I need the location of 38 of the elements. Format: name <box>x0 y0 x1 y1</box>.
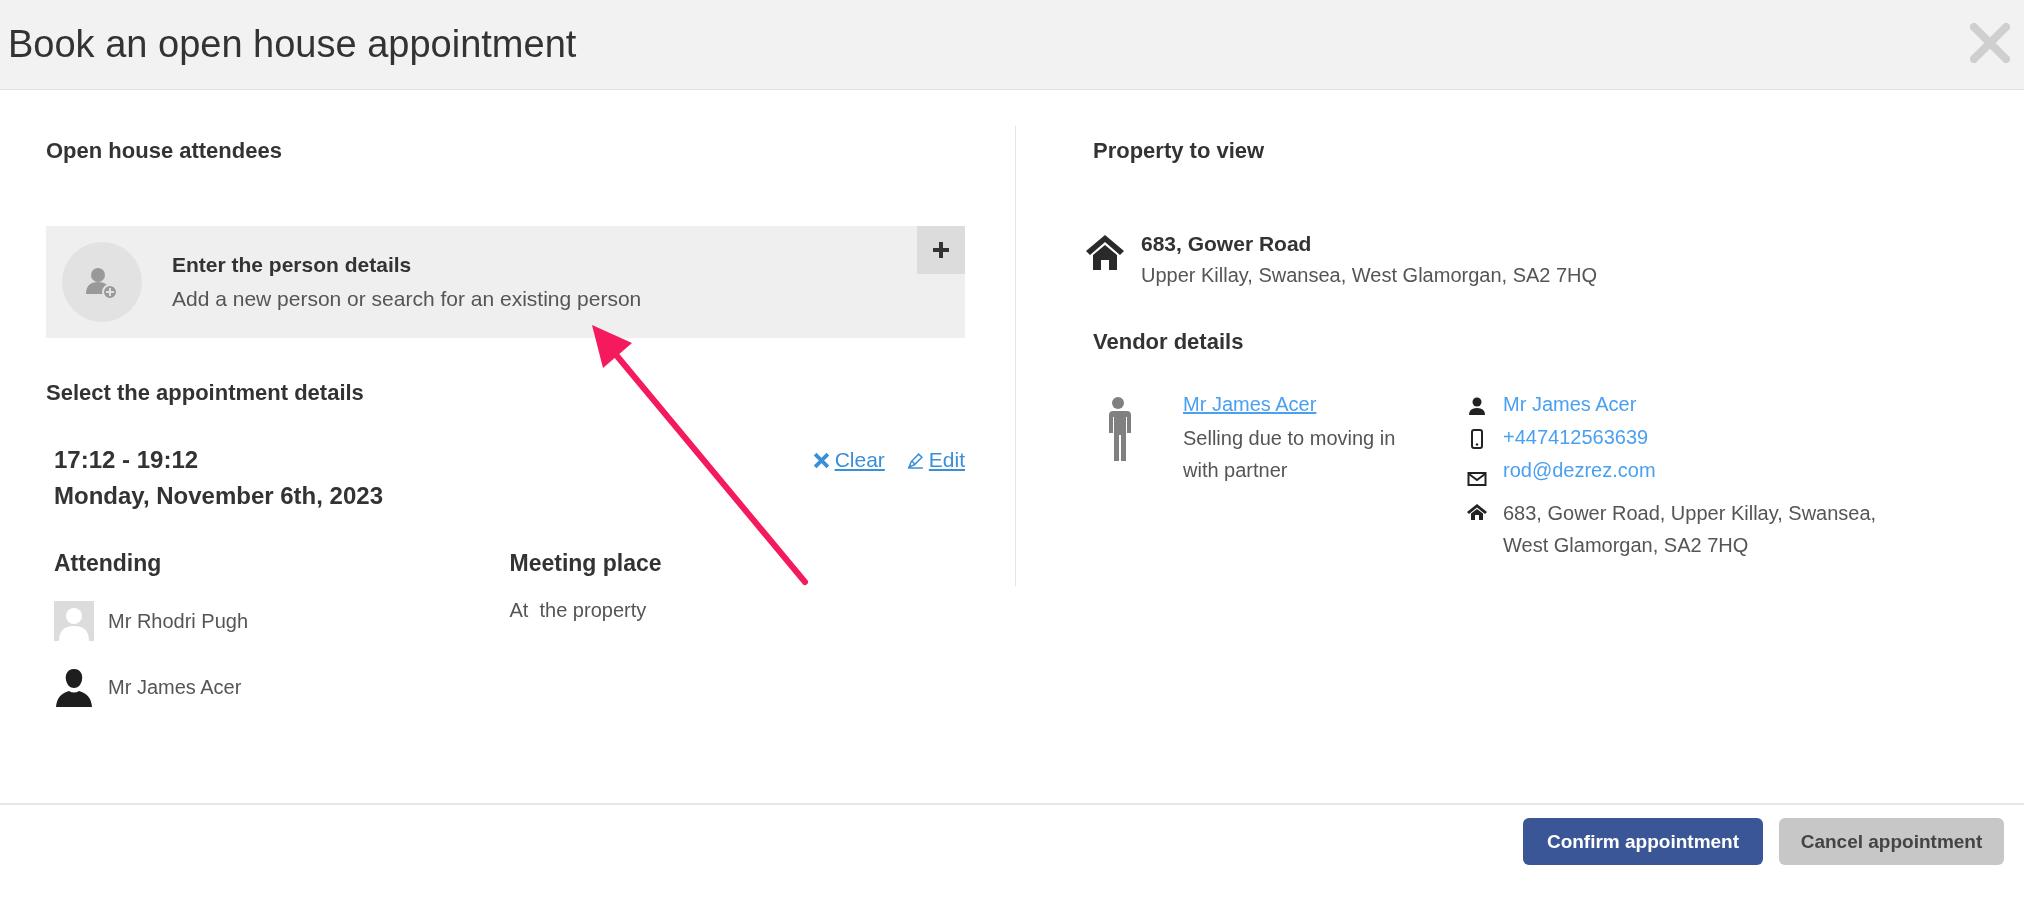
attendee-name: Mr Rhodri Pugh <box>108 609 249 633</box>
edit-link[interactable]: Edit <box>906 446 965 474</box>
plus-icon <box>931 240 951 260</box>
vendor-address: 683, Gower Road, Upper Killay, Swansea, West Glamorgan, SA2 7HQ <box>1503 501 1878 558</box>
person-link[interactable]: Mr James Acer <box>1503 393 1637 416</box>
close-icon <box>812 451 830 469</box>
house-icon <box>1467 502 1487 522</box>
card-title: Enter the person details <box>172 253 413 277</box>
house-icon <box>1085 232 1125 272</box>
attending-heading: Attending <box>54 550 163 577</box>
vendor-name-link[interactable]: Mr James Acer <box>1183 393 1433 416</box>
section-heading: Open house attendees <box>46 138 283 164</box>
email-link[interactable]: rod@dezrez.com <box>1503 459 1656 482</box>
appointment-time: 17:12 - 19:12 <box>54 446 200 474</box>
section-heading: Vendor details <box>1093 329 1245 355</box>
appointment-date: Monday, November 6th, 2023 <box>54 482 383 510</box>
pencil-icon <box>906 451 924 469</box>
property-locality: Upper Killay, Swansea, West Glamorgan, SA2 7HQ <box>1141 264 1598 287</box>
confirm-button[interactable]: Confirm appointment <box>1523 818 1763 865</box>
person-icon <box>1467 396 1487 416</box>
add-button[interactable] <box>917 226 965 274</box>
attendee-name: Mr James Acer <box>108 675 242 699</box>
phone-link[interactable]: +447412563639 <box>1503 426 1649 449</box>
vendor-note: Selling due to moving in with partner <box>1183 426 1397 483</box>
dialog-title: Book an open house appointment <box>8 23 577 66</box>
meeting-place: At the property <box>509 599 648 622</box>
property-address: 683, Gower Road <box>1141 232 1313 256</box>
envelope-icon <box>1467 469 1487 489</box>
avatar-placeholder-icon <box>54 601 94 641</box>
meeting-place-heading: Meeting place <box>509 550 663 577</box>
add-person-icon <box>62 242 142 322</box>
section-heading: Property to view <box>1093 138 1266 164</box>
cancel-button[interactable]: Cancel appointment <box>1779 818 2004 865</box>
person-silhouette-icon <box>54 667 94 707</box>
card-subtitle: Add a new person or search for an existing person <box>172 287 642 311</box>
clear-link[interactable]: Clear <box>812 446 885 474</box>
section-heading: Select the appointment details <box>46 380 365 406</box>
person-card[interactable]: Enter the person details Add a new person or search for an existing person <box>46 226 965 338</box>
